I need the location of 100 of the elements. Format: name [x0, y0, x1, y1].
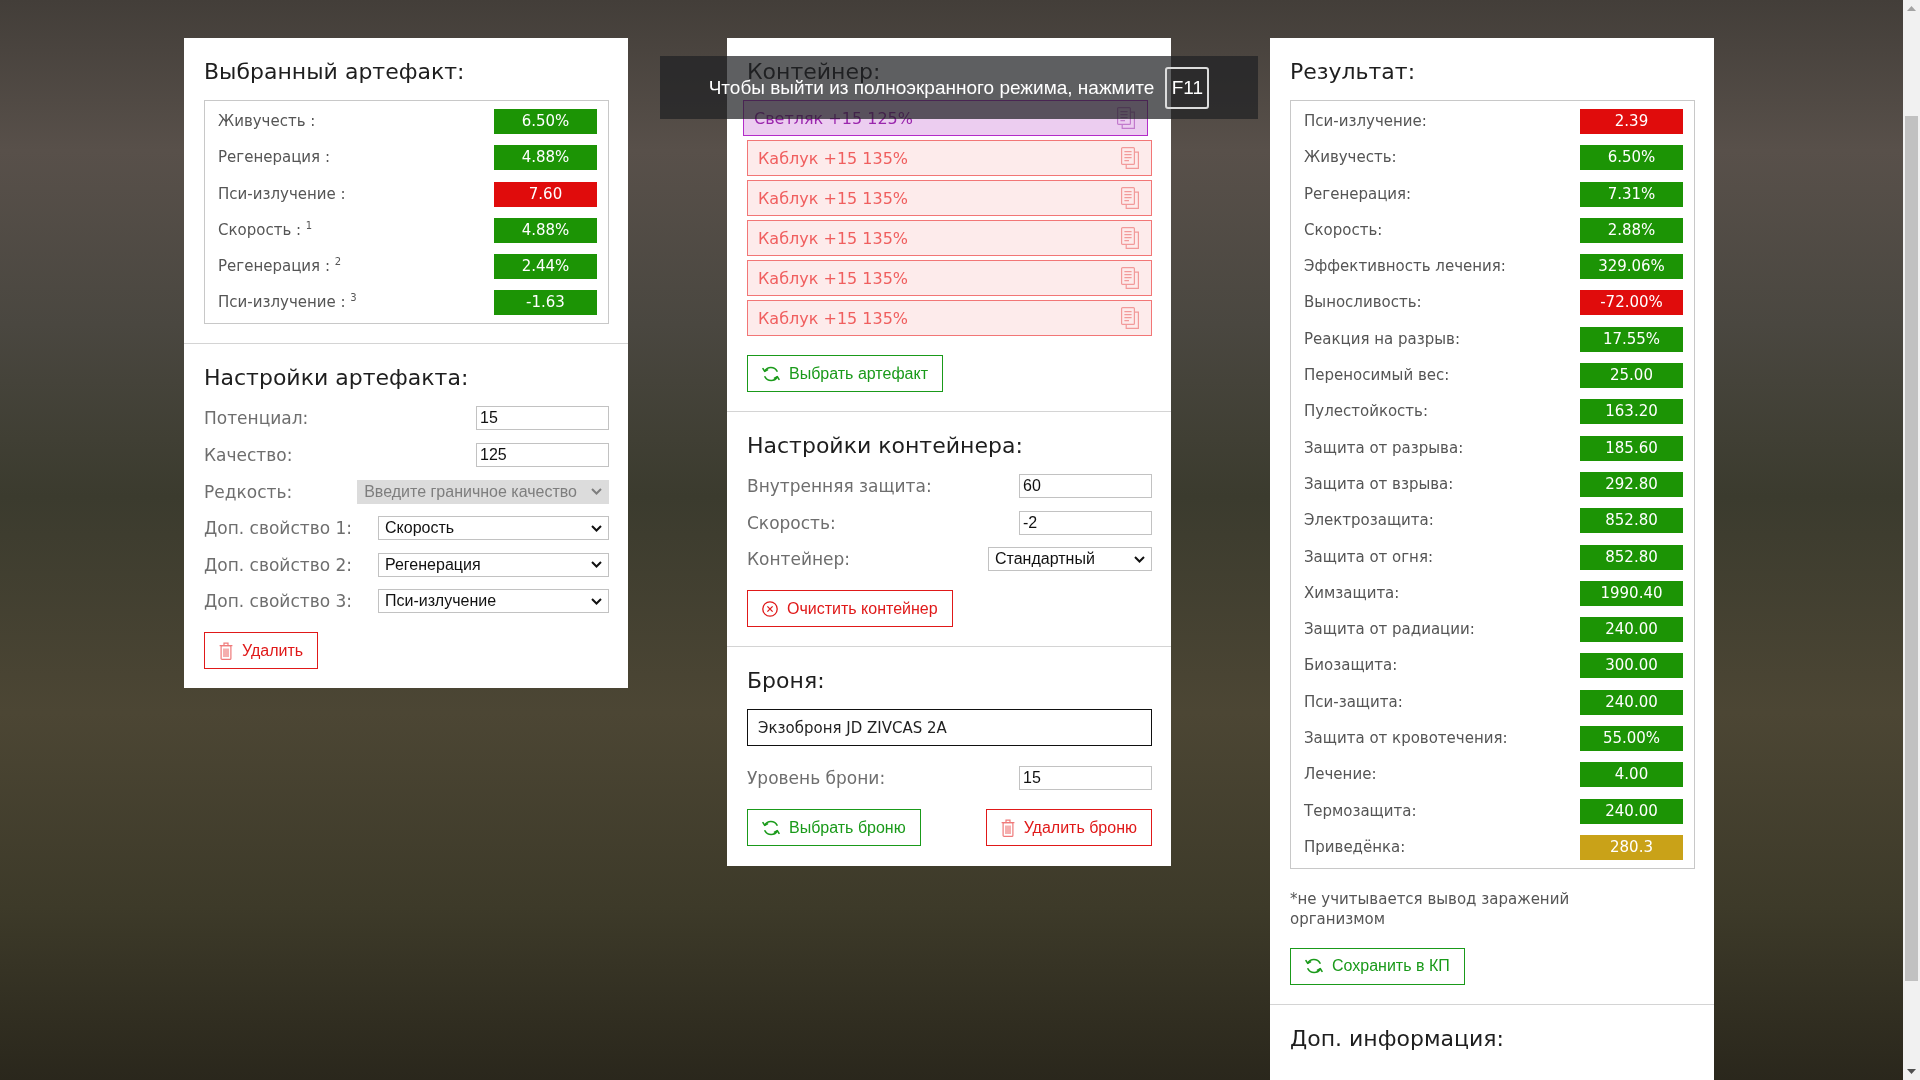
- stat-value: 6.50%: [494, 109, 597, 134]
- stat-value: 55.00%: [1580, 726, 1683, 752]
- stat-value: 300.00: [1580, 653, 1683, 679]
- keyboard-key: F11: [1165, 66, 1210, 109]
- stat-value: 2.88%: [1580, 217, 1683, 243]
- stat-label: Скорость:: [1304, 219, 1383, 241]
- stat-label: Защита от взрыва:: [1304, 473, 1454, 495]
- trash-icon: [1000, 818, 1015, 837]
- section-title: Результат:: [1290, 58, 1417, 86]
- chevron-down-icon: [591, 561, 602, 569]
- stat-value: 329.06%: [1580, 254, 1683, 280]
- clear-container-button[interactable]: Очистить контейнер: [747, 590, 953, 628]
- select-armor-button[interactable]: Выбрать броню: [747, 809, 921, 847]
- container-item[interactable]: Каблук +15 135%: [747, 140, 1152, 176]
- container-item[interactable]: Каблук +15 135%: [747, 220, 1152, 256]
- stat-label: Биозащита:: [1304, 655, 1398, 677]
- documents-icon: [1121, 267, 1139, 289]
- refresh-icon: [762, 364, 780, 383]
- stat-value: 240.00: [1580, 798, 1683, 824]
- stat-label: Пси-защита:: [1304, 691, 1403, 713]
- stat-value: 7.31%: [1580, 181, 1683, 207]
- number-field[interactable]: 15: [476, 406, 609, 431]
- stat-label: Химзащита:: [1304, 582, 1400, 604]
- field-label: Доп. свойство 2:: [204, 554, 353, 575]
- number-field[interactable]: 15: [1019, 766, 1152, 791]
- stat-label: Защита от радиации:: [1304, 619, 1475, 641]
- arrow-down-icon: [1907, 1069, 1916, 1074]
- stat-value: 1990.40: [1580, 580, 1683, 606]
- footnote-text: *не учитывается вывод заражений организмом: [1290, 888, 1571, 929]
- stat-value: 852.80: [1580, 508, 1683, 534]
- stat-value: 852.80: [1580, 544, 1683, 570]
- stat-label: Регенерация :: [218, 147, 330, 169]
- documents-icon: [1121, 307, 1139, 329]
- field-label: Внутренняя защита:: [747, 476, 932, 496]
- documents-icon: [1121, 147, 1139, 169]
- stat-label: Реакция на разрыв:: [1304, 328, 1460, 350]
- section-title: Броня:: [747, 667, 826, 696]
- chevron-down-icon: [591, 488, 602, 496]
- refresh-icon: [1305, 957, 1323, 976]
- container-item[interactable]: Каблук +15 135%: [747, 260, 1152, 296]
- number-field[interactable]: -2: [1019, 510, 1152, 535]
- stat-value: -1.63: [494, 290, 597, 316]
- stat-label: Эффективность лечения:: [1304, 256, 1506, 278]
- delete-armor-button[interactable]: Удалить броню: [985, 809, 1152, 847]
- chevron-down-icon: [1134, 555, 1145, 563]
- section-title: Выбранный артефакт:: [204, 58, 466, 86]
- field-label: Доп. свойство 1:: [204, 518, 353, 539]
- stat-label: Защита от огня:: [1304, 546, 1433, 568]
- stat-label: Пси-излучение:: [1304, 111, 1427, 132]
- field-label: Скорость:: [747, 512, 836, 533]
- section-title: Настройки артефакта:: [204, 364, 470, 393]
- delete-button[interactable]: Удалить: [204, 632, 319, 670]
- stat-value: 2.39: [1580, 109, 1683, 134]
- stat-label: Скорость : $^{1}$: [218, 218, 313, 241]
- section-title: Доп. информация:: [1290, 1024, 1505, 1053]
- stat-label: Регенерация : $^{2}$: [218, 255, 342, 278]
- chevron-down-icon: [591, 524, 602, 532]
- field-label: Доп. свойство 3:: [204, 591, 353, 612]
- stat-label: Пулестойкость:: [1304, 401, 1428, 423]
- field-label: Контейнер:: [747, 549, 851, 570]
- section-title: Настройки контейнера:: [747, 432, 1024, 460]
- dropdown[interactable]: Стандартный: [988, 547, 1152, 572]
- stat-label: Термозащита:: [1304, 800, 1417, 822]
- container-item[interactable]: Каблук +15 135%: [747, 300, 1152, 336]
- select-artifact-button[interactable]: Выбрать артефакт: [747, 355, 943, 392]
- number-field[interactable]: 125: [476, 443, 609, 468]
- field-label: Редкость:: [204, 481, 293, 502]
- field-label: Качество:: [204, 445, 293, 466]
- stat-label: Выносливость:: [1304, 292, 1422, 314]
- stat-label: Пси-излучение : $^{3}$: [218, 291, 357, 314]
- stat-value: 4.88%: [494, 145, 597, 171]
- dropdown[interactable]: Скорость: [378, 516, 609, 541]
- stat-value: -72.00%: [1580, 290, 1683, 316]
- container-item[interactable]: Каблук +15 135%: [747, 180, 1152, 216]
- stat-value: 240.00: [1580, 617, 1683, 643]
- stat-value: 292.80: [1580, 471, 1683, 497]
- chevron-down-icon: [591, 597, 602, 605]
- stat-label: Регенерация:: [1304, 183, 1412, 205]
- stat-value: 6.50%: [1580, 145, 1683, 171]
- scrollbar-thumb[interactable]: [1905, 116, 1918, 981]
- dropdown[interactable]: Пси-излучение: [378, 589, 609, 614]
- stat-value: 2.44%: [494, 254, 597, 280]
- stat-value: 4.00: [1580, 762, 1683, 788]
- trash-icon: [219, 641, 233, 660]
- field-label: Потенциал:: [204, 408, 309, 429]
- stat-value: 25.00: [1580, 363, 1683, 389]
- stat-label: Электрозащита:: [1304, 510, 1434, 532]
- stat-label: Лечение:: [1304, 764, 1377, 786]
- stat-value: 240.00: [1580, 689, 1683, 715]
- armor-name-field[interactable]: Экзоброня JD ZIVCAS 2A: [747, 709, 1152, 747]
- stat-label: Пси-излучение :: [218, 183, 346, 205]
- save-button[interactable]: Сохранить в КП: [1290, 947, 1465, 985]
- refresh-icon: [762, 818, 780, 837]
- stat-value: 163.20: [1580, 399, 1683, 425]
- stat-label: Живучесть:: [1304, 147, 1397, 169]
- number-field[interactable]: 60: [1019, 474, 1152, 498]
- dropdown[interactable]: Регенерация: [378, 552, 609, 577]
- stat-label: Приведёнка:: [1304, 836, 1406, 858]
- stat-value: 17.55%: [1580, 326, 1683, 352]
- stat-value: 7.60: [494, 181, 597, 207]
